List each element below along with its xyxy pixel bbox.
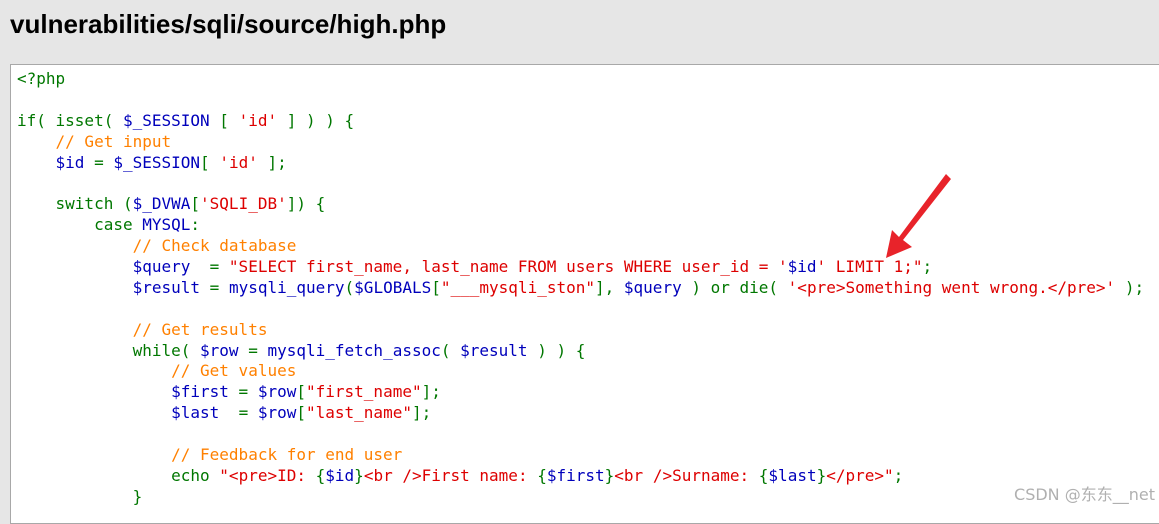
code-line-13: // Get results [17,320,1144,341]
code-comment: // Get values [171,361,297,381]
code-line-10-query: $query = "SELECT first_name, last_name F… [132,257,933,277]
page-title: vulnerabilities/sqli/source/high.php [10,9,447,39]
limit-clause: ' LIMIT 1;" [816,257,923,277]
php-source-code: <?php if( isset( $_SESSION [ 'id' ] ) ) {… [17,69,1144,508]
code-line-21: } [17,486,143,506]
code-comment: // Feedback for end user [171,445,403,465]
code-line-17: $last = $row["last_name"]; [171,403,432,423]
code-comment: // Get results [132,319,268,339]
code-line-11: $result = mysqli_query($GLOBALS["___mysq… [132,277,1145,297]
code-line-19: // Feedback for end user [17,445,1144,466]
code-line-15: // Get values [17,361,1144,382]
code-line-8: case MYSQL: [17,215,201,235]
code-line-14: while( $row = mysqli_fetch_assoc( $resul… [17,340,586,360]
code-line-20: echo "<pre>ID: {$id}<br />First name: {$… [17,465,904,485]
code-line-4: // Get input [17,132,1144,153]
code-line-7: switch ($_DVWA['SQLI_DB']) { [17,194,326,214]
code-line-1: <?php [17,69,66,88]
source-code-panel: <?php if( isset( $_SESSION [ 'id' ] ) ) {… [10,64,1159,524]
code-comment: // Check database [132,236,297,256]
code-line-16: $first = $row["first_name"]; [171,382,441,402]
code-line-5: $id = $_SESSION[ 'id' ]; [55,152,287,172]
code-comment: // Get input [55,131,172,151]
code-line-9: // Check database [17,236,1144,257]
code-line-3: if( isset( $_SESSION [ 'id' ] ) ) { [17,110,355,130]
watermark-text: CSDN @东东__net [1014,485,1155,504]
